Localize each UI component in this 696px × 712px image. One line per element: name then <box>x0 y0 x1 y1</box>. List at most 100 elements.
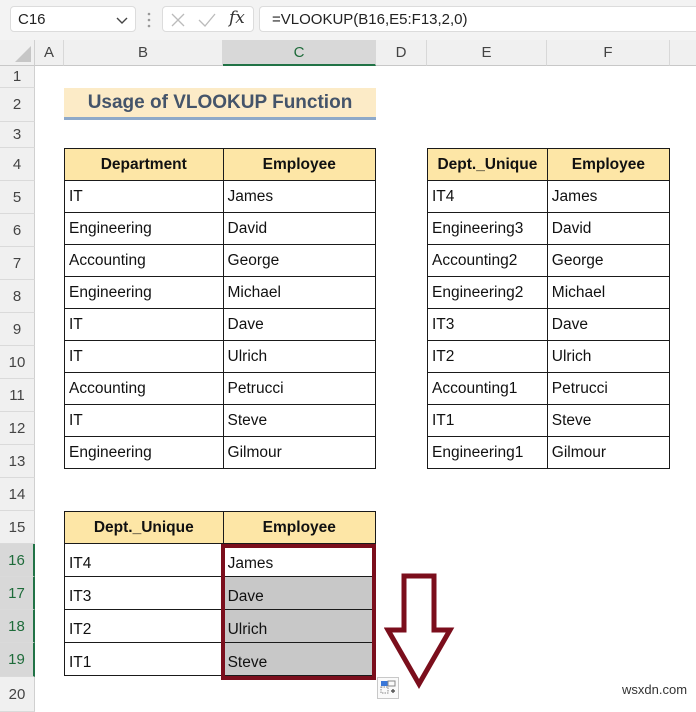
row-header-8[interactable]: 8 <box>0 280 35 313</box>
row-header-11[interactable]: 11 <box>0 379 35 412</box>
table-row: IT Ulrich <box>64 340 377 373</box>
cell[interactable]: Petrucci <box>222 372 377 405</box>
row-header-13[interactable]: 13 <box>0 445 35 478</box>
cell[interactable]: Gilmour <box>222 436 377 469</box>
cell[interactable]: IT2 <box>427 340 548 373</box>
cell[interactable]: IT1 <box>64 642 224 676</box>
cell[interactable]: Steve <box>546 404 671 437</box>
sheet-title: Usage of VLOOKUP Function <box>64 88 376 120</box>
cell[interactable]: Engineering1 <box>427 436 548 469</box>
cell[interactable]: Accounting <box>64 244 224 277</box>
cell[interactable]: IT <box>64 340 224 373</box>
cell[interactable]: IT <box>64 180 224 213</box>
cell[interactable]: Ulrich <box>222 340 377 373</box>
cell[interactable]: George <box>222 244 377 277</box>
cell[interactable]: James <box>222 180 377 213</box>
cell[interactable]: IT1 <box>427 404 548 437</box>
table-row: IT3 Dave <box>427 308 671 341</box>
column-header-d[interactable]: D <box>376 40 427 66</box>
active-cell[interactable]: James <box>222 543 377 577</box>
selected-cell[interactable]: Dave <box>222 576 377 610</box>
autofill-options-icon <box>380 680 396 694</box>
row-header-4[interactable]: 4 <box>0 148 35 181</box>
cell[interactable]: David <box>546 212 671 245</box>
cell[interactable]: Gilmour <box>546 436 671 469</box>
table-row: Engineering Gilmour <box>64 436 377 469</box>
selected-cell[interactable]: Ulrich <box>222 609 377 643</box>
cell[interactable]: IT3 <box>427 308 548 341</box>
cell[interactable]: Michael <box>222 276 377 309</box>
cell[interactable]: Dave <box>222 308 377 341</box>
cell[interactable]: Ulrich <box>546 340 671 373</box>
column-header-g[interactable] <box>670 40 696 66</box>
row-header-16[interactable]: 16 <box>0 544 35 577</box>
row-header-18[interactable]: 18 <box>0 610 35 643</box>
header-cell[interactable]: Employee <box>222 148 377 181</box>
formula-input[interactable]: =VLOOKUP(B16,E5:F13,2,0) <box>259 6 696 32</box>
row-header-9[interactable]: 9 <box>0 313 35 346</box>
cell[interactable]: IT4 <box>427 180 548 213</box>
header-cell[interactable]: Dept._Unique <box>64 511 224 544</box>
cell[interactable]: George <box>546 244 671 277</box>
cell[interactable]: IT4 <box>64 543 224 577</box>
formula-buttons: fx <box>162 6 254 32</box>
cell[interactable]: Accounting1 <box>427 372 548 405</box>
auto-fill-options-button[interactable] <box>377 677 399 699</box>
cancel-icon[interactable] <box>169 11 187 29</box>
column-header-e[interactable]: E <box>427 40 547 66</box>
row-header-17[interactable]: 17 <box>0 577 35 610</box>
more-options-icon[interactable] <box>147 11 151 29</box>
cell[interactable]: Dave <box>546 308 671 341</box>
confirm-icon[interactable] <box>197 11 217 29</box>
row-header-7[interactable]: 7 <box>0 247 35 280</box>
cell[interactable]: Engineering <box>64 212 224 245</box>
cell[interactable]: Petrucci <box>546 372 671 405</box>
cell[interactable]: Engineering2 <box>427 276 548 309</box>
formula-text: =VLOOKUP(B16,E5:F13,2,0) <box>272 11 468 28</box>
cell[interactable]: IT <box>64 308 224 341</box>
column-header-b[interactable]: B <box>64 40 223 66</box>
table-row: Engineering Michael <box>64 276 377 309</box>
cell[interactable]: IT3 <box>64 576 224 610</box>
unique-lookup-table: Dept._Unique Employee IT4 James Engineeri… <box>427 148 671 469</box>
header-cell[interactable]: Employee <box>222 511 377 544</box>
cell[interactable]: Accounting <box>64 372 224 405</box>
row-header-14[interactable]: 14 <box>0 478 35 511</box>
name-box[interactable]: C16 <box>10 6 136 32</box>
row-header-1[interactable]: 1 <box>0 66 35 88</box>
header-cell[interactable]: Employee <box>546 148 671 181</box>
cell[interactable]: David <box>222 212 377 245</box>
row-header-5[interactable]: 5 <box>0 181 35 214</box>
row-header-2[interactable]: 2 <box>0 88 35 122</box>
cell[interactable]: Steve <box>222 404 377 437</box>
cell[interactable]: Engineering <box>64 436 224 469</box>
header-cell[interactable]: Department <box>64 148 224 181</box>
select-all-button[interactable] <box>0 40 35 66</box>
row-header-6[interactable]: 6 <box>0 214 35 247</box>
selected-cell[interactable]: Steve <box>222 642 377 676</box>
cell[interactable]: Engineering <box>64 276 224 309</box>
table-row: Accounting2 George <box>427 244 671 277</box>
row-header-10[interactable]: 10 <box>0 346 35 379</box>
chevron-down-icon[interactable] <box>115 13 129 27</box>
column-header-a[interactable]: A <box>35 40 64 66</box>
cell[interactable]: IT <box>64 404 224 437</box>
column-header-c[interactable]: C <box>223 40 376 66</box>
row-header-15[interactable]: 15 <box>0 511 35 544</box>
cell[interactable]: Michael <box>546 276 671 309</box>
cell[interactable]: Accounting2 <box>427 244 548 277</box>
table-row: Accounting George <box>64 244 377 277</box>
table-row: IT3 Dave <box>64 576 377 610</box>
row-header-3[interactable]: 3 <box>0 122 35 148</box>
table-row: IT2 Ulrich <box>427 340 671 373</box>
table-row: IT4 James <box>64 543 377 577</box>
column-header-f[interactable]: F <box>547 40 670 66</box>
row-header-19[interactable]: 19 <box>0 643 35 677</box>
header-cell[interactable]: Dept._Unique <box>427 148 548 181</box>
cell[interactable]: James <box>546 180 671 213</box>
cell[interactable]: Engineering3 <box>427 212 548 245</box>
insert-function-icon[interactable]: fx <box>229 8 245 28</box>
cell[interactable]: IT2 <box>64 609 224 643</box>
row-header-20[interactable]: 20 <box>0 677 35 712</box>
row-header-12[interactable]: 12 <box>0 412 35 445</box>
